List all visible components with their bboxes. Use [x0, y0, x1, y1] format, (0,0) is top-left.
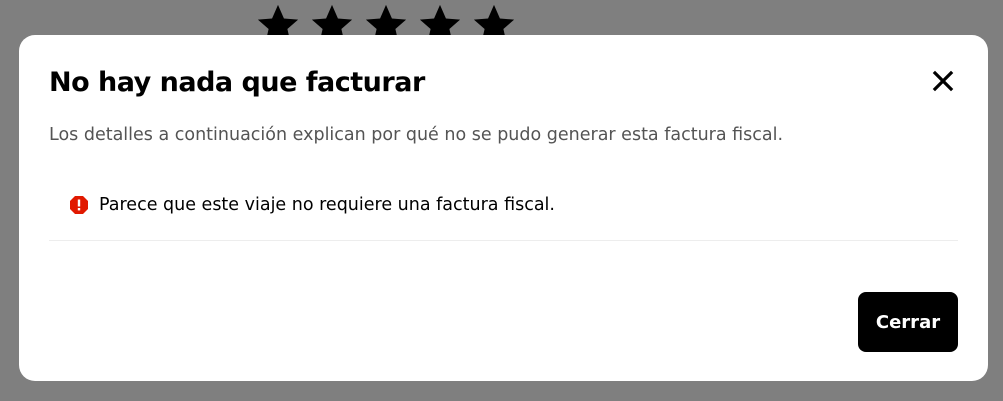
- no-invoice-dialog: No hay nada que facturar Los detalles a …: [19, 35, 988, 381]
- alert-octagon-icon: [69, 195, 89, 215]
- dialog-description: Los detalles a continuación explican por…: [49, 125, 784, 145]
- reason-item: Parece que este viaje no requiere una fa…: [69, 193, 555, 217]
- divider: [49, 240, 958, 241]
- close-dialog-button[interactable]: Cerrar: [858, 292, 958, 352]
- dialog-title: No hay nada que facturar: [49, 67, 425, 98]
- close-icon: [931, 69, 955, 93]
- reason-text: Parece que este viaje no requiere una fa…: [99, 195, 555, 215]
- close-button[interactable]: [927, 65, 959, 97]
